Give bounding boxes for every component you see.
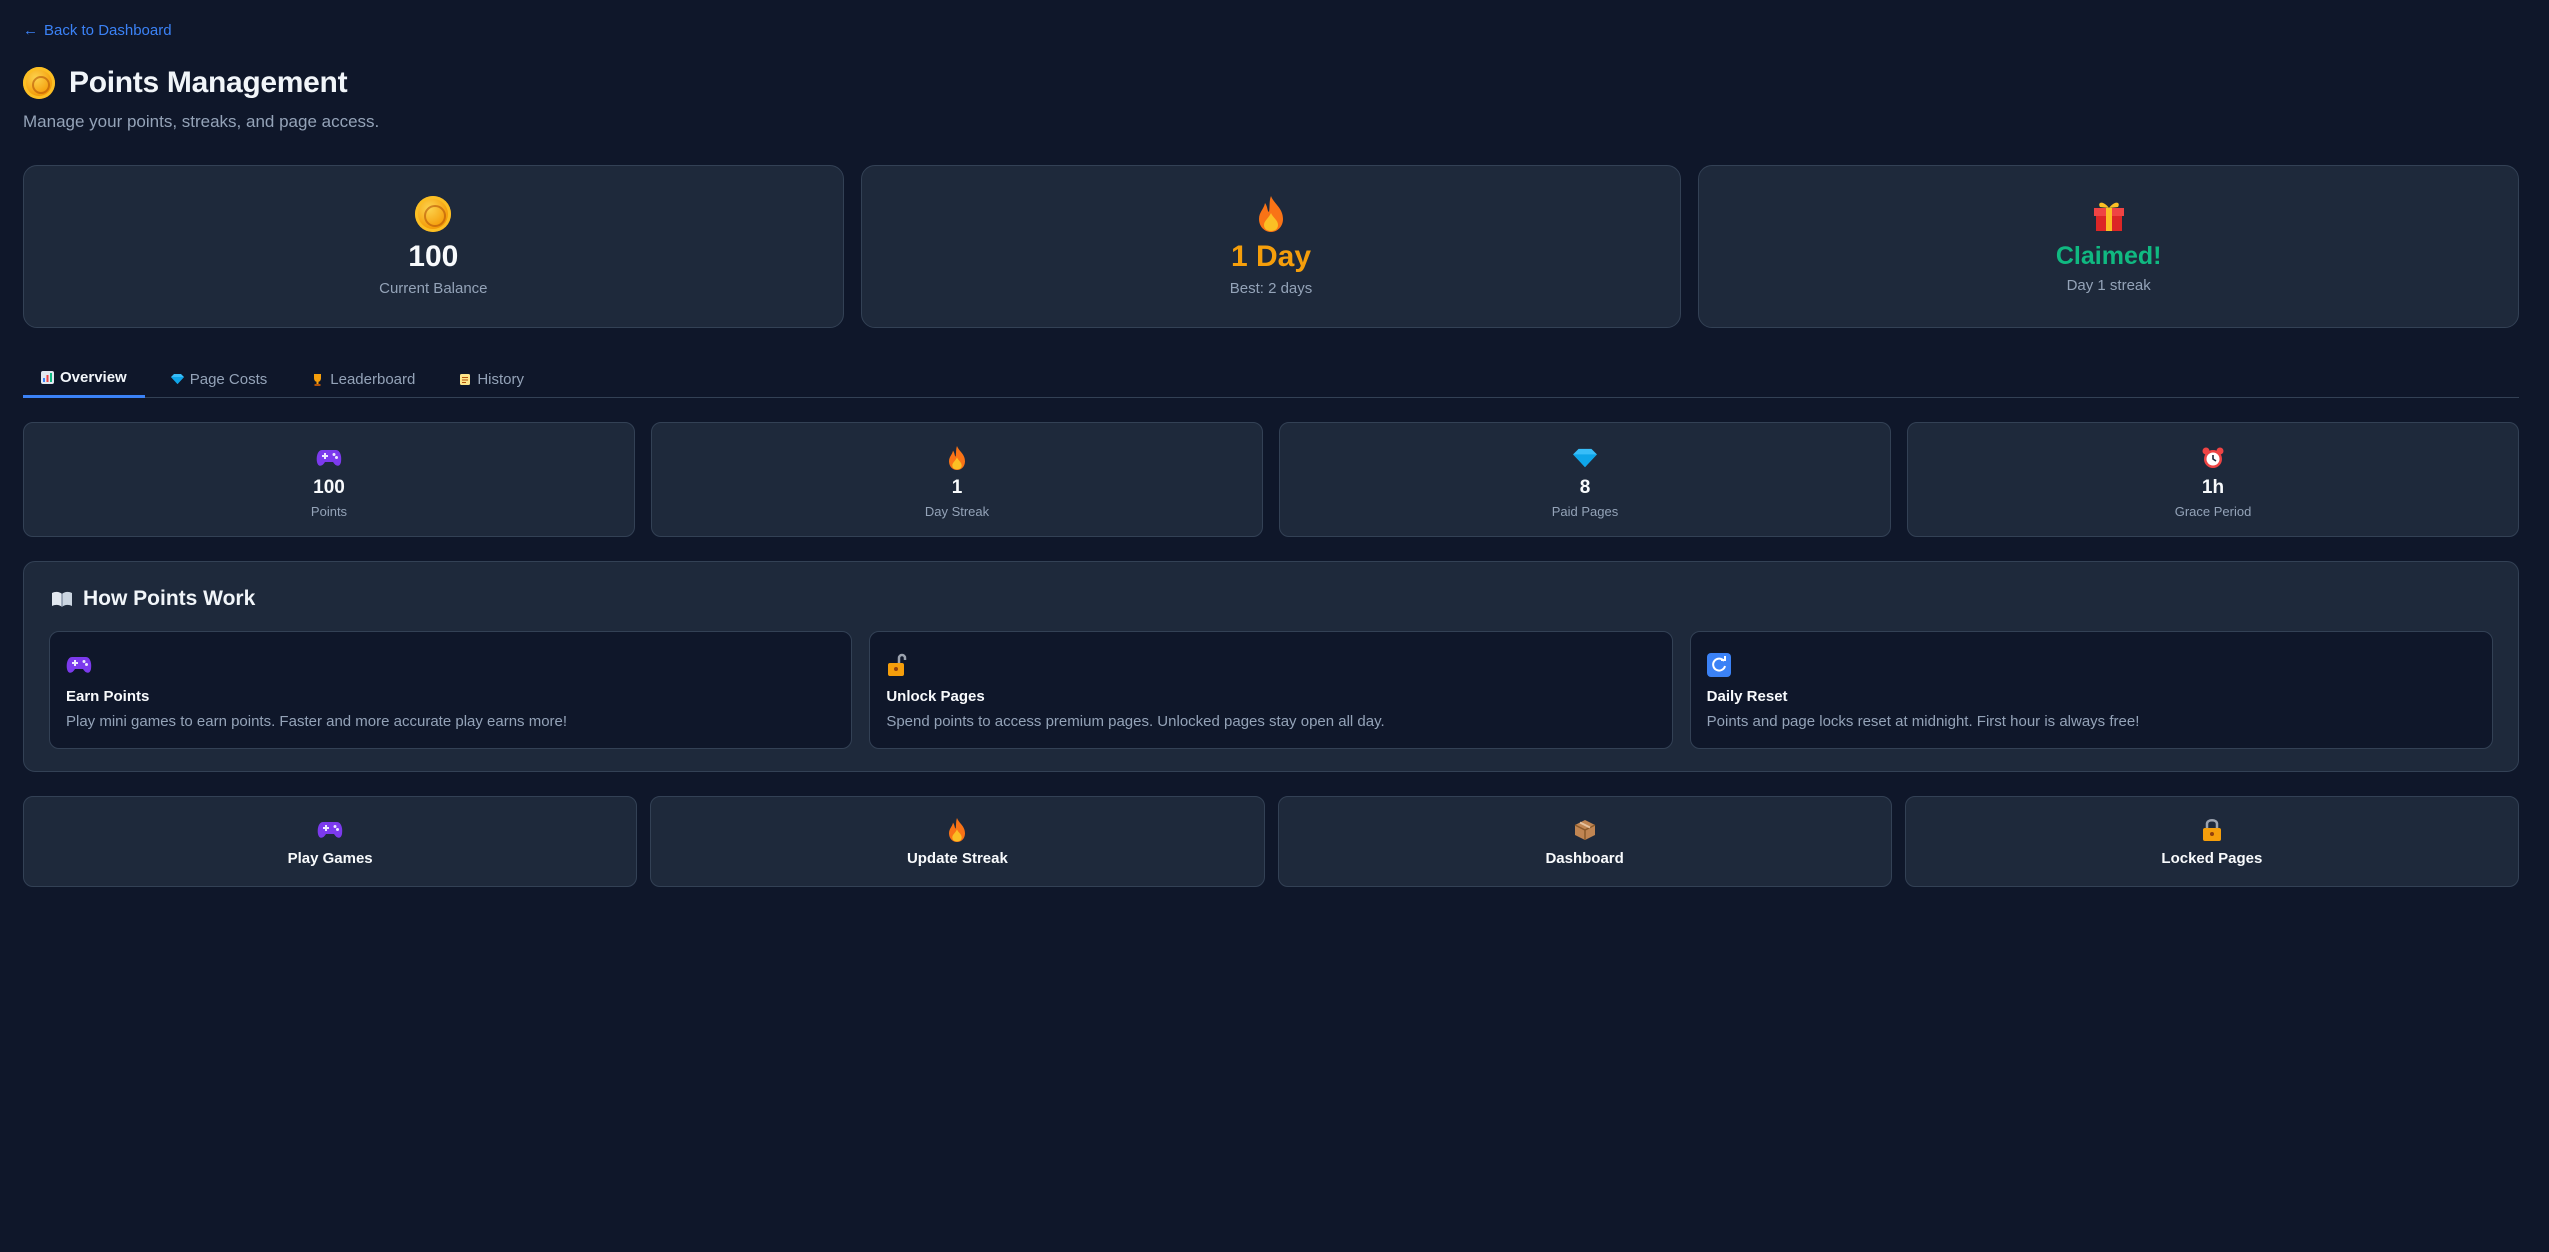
gift-icon (2091, 194, 2127, 234)
how-points-work-panel: How Points Work Earn Points Play mini ga… (23, 561, 2519, 772)
paid-pages-label: Paid Pages (1551, 504, 1619, 519)
locked-pages-button[interactable]: Locked Pages (1904, 796, 2519, 887)
book-icon (51, 590, 73, 608)
back-link-label: Back to Dashboard (44, 22, 172, 39)
paid-pages-value: 8 (1579, 477, 1591, 498)
grace-period-label: Grace Period (2174, 504, 2252, 519)
how-cards: Earn Points Play mini games to earn poin… (49, 631, 2493, 749)
back-to-dashboard-link[interactable]: ← Back to Dashboard (23, 22, 172, 39)
update-streak-button[interactable]: Update Streak (650, 796, 1265, 887)
paid-pages-stat-card: 8 Paid Pages (1279, 422, 1891, 537)
tab-label: History (477, 370, 525, 388)
daily-reset-title: Daily Reset (1706, 688, 1788, 705)
unlock-pages-card: Unlock Pages Spend points to access prem… (869, 631, 1673, 749)
grace-period-stat-card: 1h Grace Period (1907, 422, 2519, 537)
gem-icon (1573, 445, 1597, 471)
day-streak-label: Day Streak (924, 504, 990, 519)
page-subtitle: Manage your points, streaks, and page ac… (23, 112, 380, 131)
earn-points-title: Earn Points (66, 688, 150, 705)
action-label: Update Streak (906, 850, 1008, 867)
gem-icon (170, 373, 184, 385)
fire-icon (947, 817, 967, 843)
best-streak-label: Best: 2 days (1229, 280, 1313, 297)
balance-card: 100 Current Balance (23, 165, 844, 328)
tab-overview[interactable]: Overview (23, 360, 145, 398)
unlock-icon (886, 652, 1655, 678)
fire-icon (1256, 194, 1286, 234)
action-label: Dashboard (1545, 850, 1624, 867)
unlock-pages-title: Unlock Pages (886, 688, 985, 705)
tab-bar: Overview Page Costs Leaderboard History (23, 360, 2519, 398)
claim-streak-label: Day 1 streak (2066, 277, 2151, 294)
day-streak-value: 1 (951, 477, 963, 498)
stat-cards: 100 Current Balance 1 Day Best: 2 days C… (23, 165, 2520, 328)
earn-points-desc: Play mini games to earn points. Faster a… (66, 713, 568, 730)
chart-icon (41, 371, 54, 384)
daily-reset-card: Daily Reset Points and page locks reset … (1689, 631, 2493, 749)
lock-icon (2201, 817, 2223, 843)
unlock-pages-desc: Spend points to access premium pages. Un… (886, 713, 1385, 730)
refresh-icon (1706, 652, 2476, 678)
how-points-work-heading: How Points Work (51, 587, 255, 611)
action-label: Locked Pages (2161, 850, 2263, 867)
streak-value: 1 Day (1230, 240, 1312, 273)
overview-stats: 100 Points 1 Day Streak 8 Paid Pages 1h … (23, 422, 2519, 537)
gamepad-icon (316, 445, 342, 471)
fire-icon (947, 445, 967, 471)
tab-leaderboard[interactable]: Leaderboard (293, 360, 433, 398)
points-label: Points (310, 504, 348, 519)
quick-actions: Play Games Update Streak Dashboard Locke… (23, 796, 2519, 887)
scroll-icon (459, 373, 471, 386)
arrow-left-icon: ← (23, 22, 38, 39)
claim-status: Claimed! (2055, 242, 2162, 270)
tab-label: Overview (60, 369, 127, 386)
tab-history[interactable]: History (441, 360, 542, 398)
page-title: Points Management (69, 66, 348, 99)
points-value: 100 (313, 477, 345, 498)
streak-stat-card: 1 Day Streak (651, 422, 1263, 537)
balance-value: 100 (408, 240, 459, 273)
play-games-button[interactable]: Play Games (23, 796, 638, 887)
tab-label: Page Costs (189, 370, 268, 388)
gamepad-icon (66, 652, 835, 678)
grace-period-value: 1h (2201, 477, 2225, 498)
page-header: Points Management (23, 66, 348, 100)
alarm-clock-icon (2201, 445, 2225, 471)
coin-icon (23, 67, 55, 99)
balance-label: Current Balance (379, 280, 488, 297)
coin-icon (415, 196, 452, 232)
section-title: How Points Work (83, 587, 256, 610)
daily-reset-desc: Points and page locks reset at midnight.… (1706, 713, 2140, 730)
daily-reward-card: Claimed! Day 1 streak (1698, 165, 2520, 328)
gamepad-icon (317, 817, 343, 843)
tab-label: Leaderboard (330, 370, 416, 388)
earn-points-card: Earn Points Play mini games to earn poin… (49, 631, 853, 749)
dashboard-button[interactable]: Dashboard (1277, 796, 1892, 887)
action-label: Play Games (287, 850, 373, 867)
streak-card: 1 Day Best: 2 days (860, 165, 1682, 328)
trophy-icon (311, 373, 324, 386)
tab-page-costs[interactable]: Page Costs (153, 360, 286, 398)
package-icon (1573, 817, 1597, 843)
points-stat-card: 100 Points (23, 422, 635, 537)
